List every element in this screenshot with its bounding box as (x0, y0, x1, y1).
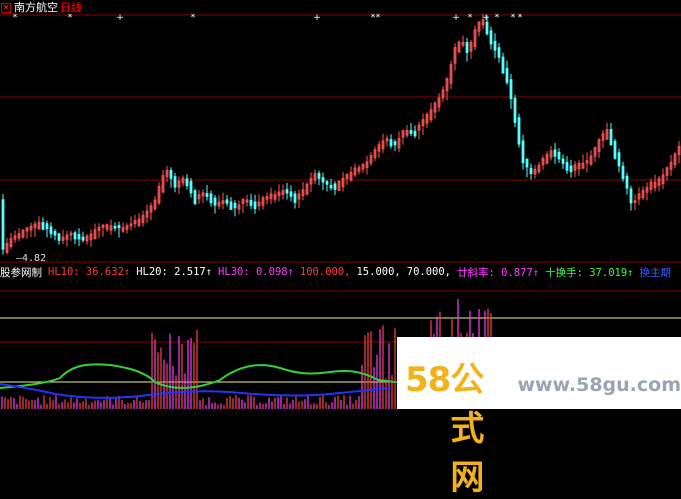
indicator-value: 100.000, (299, 266, 351, 278)
watermark-number: 58 (405, 360, 451, 400)
watermark-url: www.58gu.com (517, 374, 681, 396)
low-price-label: —4.82 (16, 253, 47, 264)
candle-body (225, 199, 229, 204)
candle-body (73, 232, 77, 240)
candle-body (485, 21, 489, 35)
candle-body (565, 162, 569, 171)
indicator-value: HL10: 36.632↑ (48, 266, 131, 278)
candle-body (189, 180, 193, 194)
candle-body (285, 189, 289, 194)
candle-body (117, 225, 121, 229)
indicator-value: 十换手: 37.019↑ (545, 266, 634, 279)
candle-body (81, 236, 85, 241)
candle-body (317, 172, 321, 179)
candle-body (293, 193, 297, 203)
candle-body (53, 231, 57, 236)
indicator-value: HL20: 2.517↑ (136, 266, 213, 278)
candle-body (413, 130, 417, 137)
candle-body (529, 167, 533, 175)
candle-body (253, 201, 257, 209)
candle-body (193, 190, 197, 204)
candle-body (185, 178, 189, 187)
candle-body (489, 30, 493, 45)
candle-body (233, 202, 237, 209)
signal-marker: * (376, 13, 381, 23)
signal-marker: * (518, 13, 523, 23)
candle-body (501, 56, 505, 74)
candle-body (629, 188, 633, 204)
signal-marker: * (495, 13, 500, 23)
candle-body (509, 79, 513, 100)
candle-body (493, 40, 497, 51)
indicator-bar: 股参网制 HL10: 36.632↑ HL20: 2.517↑ HL30: 0.… (0, 265, 677, 279)
candle-body (213, 197, 217, 206)
candle-body (249, 199, 253, 206)
candle-body (77, 234, 81, 240)
candle-body (41, 222, 45, 230)
chart-grid (0, 14, 681, 383)
candle-body (205, 193, 209, 197)
candle-body (325, 181, 329, 185)
indicator-value: 70.000, (406, 266, 452, 278)
candle-body (561, 158, 565, 164)
candle-body (409, 129, 413, 134)
candle-body (497, 47, 501, 58)
candle-body (613, 140, 617, 159)
candle-body (321, 177, 325, 183)
stock-name: 南方航空 (14, 1, 58, 14)
candle-body (289, 191, 293, 197)
candle-body (49, 226, 53, 235)
candle-body (1, 199, 5, 250)
candle-body (169, 169, 173, 179)
candle-body (209, 193, 213, 204)
candle-body (389, 139, 393, 147)
candle-body (617, 152, 621, 167)
close-x-icon[interactable]: × (1, 2, 11, 13)
signal-marker: * (511, 13, 516, 23)
watermark-logo: 58 公式网 www.58gu.com (405, 352, 681, 499)
candle-body (329, 184, 333, 189)
candle-body (517, 117, 521, 145)
signal-marker: + (116, 13, 124, 23)
indicator-value: 换主期 (639, 266, 672, 279)
signal-marker: + (452, 13, 460, 23)
candle-body (569, 165, 573, 173)
chart-title-bar: × 南方航空 日线 (0, 0, 82, 14)
candlesticks (1, 13, 681, 255)
candle-body (229, 201, 233, 210)
candle-body (609, 128, 613, 146)
candle-body (513, 97, 517, 123)
indicator-value: HL30: 0.098↑ (218, 266, 294, 278)
candle-body (173, 176, 177, 188)
candle-body (393, 141, 397, 146)
candle-body (625, 175, 629, 189)
indicator-value: 廿斜率: 0.877↑ (457, 266, 540, 279)
candle-body (505, 68, 509, 83)
candle-body (45, 223, 49, 230)
signal-marker: + (313, 13, 321, 23)
candle-body (465, 42, 469, 53)
candle-body (333, 183, 337, 190)
candle-body (113, 225, 117, 229)
candle-body (621, 165, 625, 179)
watermark-text: 公式网 (450, 360, 485, 498)
indicator-value: 15.000, (356, 266, 401, 278)
indicator-name[interactable]: 股参网制 (0, 265, 42, 280)
candle-body (57, 233, 61, 241)
candle-body (521, 140, 525, 164)
candle-body (525, 158, 529, 168)
candle-body (557, 151, 561, 160)
candle-body (553, 149, 557, 157)
signal-marker: * (191, 13, 196, 23)
signal-marker: * (468, 13, 473, 23)
period-label[interactable]: 日线 (60, 0, 82, 15)
